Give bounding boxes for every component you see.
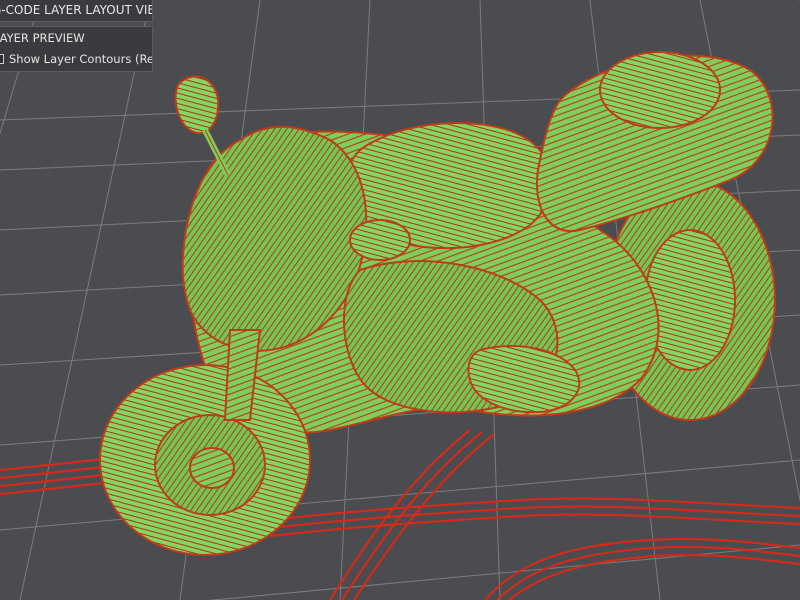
show-contours-label[interactable]: Show Layer Contours (Red) [9,52,152,66]
motorcycle-model [99,51,776,556]
layer-preview-heading: LAYER PREVIEW [0,31,85,45]
scene-canvas[interactable] [0,0,800,600]
3d-viewport[interactable]: G-CODE LAYER LAYOUT VIEW LAYER PREVIEW S… [0,0,800,600]
layer-preview-panel: LAYER PREVIEW Show Layer Contours (Red) [0,26,153,72]
show-contours-checkbox[interactable] [0,54,4,64]
view-title: G-CODE LAYER LAYOUT VIEW [0,3,152,17]
show-contours-toggle[interactable]: Show Layer Contours (Red) [0,52,152,66]
view-title-panel: G-CODE LAYER LAYOUT VIEW [0,0,153,22]
